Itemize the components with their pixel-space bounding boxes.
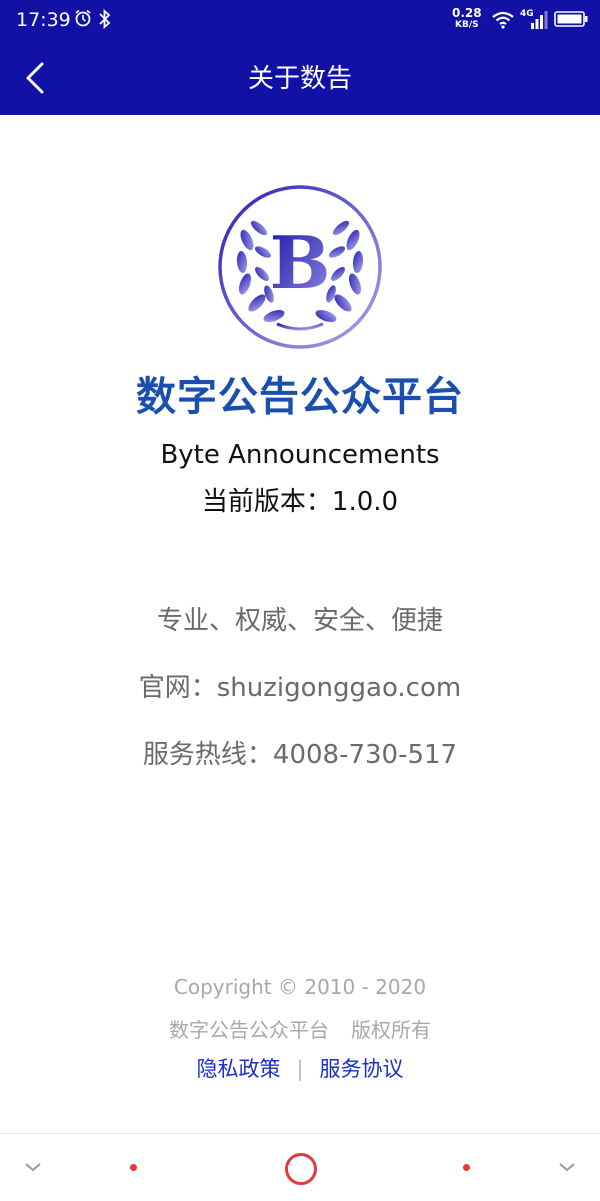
logo-letter: B [270,220,331,305]
website-text: 官网：shuzigonggao.com [138,673,462,703]
status-time: 17:39 [16,9,71,31]
signal-icon [531,11,548,29]
app-header: 17:39 0.28 KB/S 4G 关于数告 [0,0,600,115]
net-speed-unit: KB/S [455,20,479,30]
wifi-icon [492,11,514,29]
page-title: 关于数告 [247,64,352,94]
nav-dot-left[interactable] [130,1164,137,1171]
app-english-name: Byte Announcements [160,440,440,470]
home-button[interactable] [285,1153,317,1185]
copyright: Copyright © 2010 - 2020 [173,975,427,999]
slogan: 专业、权威、安全、便捷 [156,606,443,636]
chevron-down-icon[interactable] [24,1162,42,1172]
status-bar: 17:39 0.28 KB/S 4G [0,0,600,40]
bluetooth-icon [99,9,111,29]
rights-text: 版权所有 [351,1018,431,1042]
app-logo: B [218,185,382,349]
rights-line: 数字公告公众平台 版权所有 [0,1014,600,1043]
service-agreement-link[interactable]: 服务协议 [320,1057,404,1081]
chevron-down-icon[interactable] [558,1162,576,1172]
owner-text: 数字公告公众平台 [169,1018,329,1042]
system-nav-bar [0,1133,600,1201]
net-speed-value: 0.28 [452,6,482,20]
policy-links: 隐私政策 | 服务协议 [0,1053,600,1083]
alarm-icon [75,9,91,27]
battery-icon [554,11,588,27]
app-name: 数字公告公众平台 [136,374,464,420]
privacy-policy-link[interactable]: 隐私政策 [196,1057,280,1081]
link-separator: | [296,1057,304,1081]
hotline-text: 服务热线：4008-730-517 [142,740,458,770]
net-speed: 0.28 KB/S [452,7,482,31]
app-version: 当前版本：1.0.0 [201,487,399,517]
nav-dot-right[interactable] [463,1164,470,1171]
